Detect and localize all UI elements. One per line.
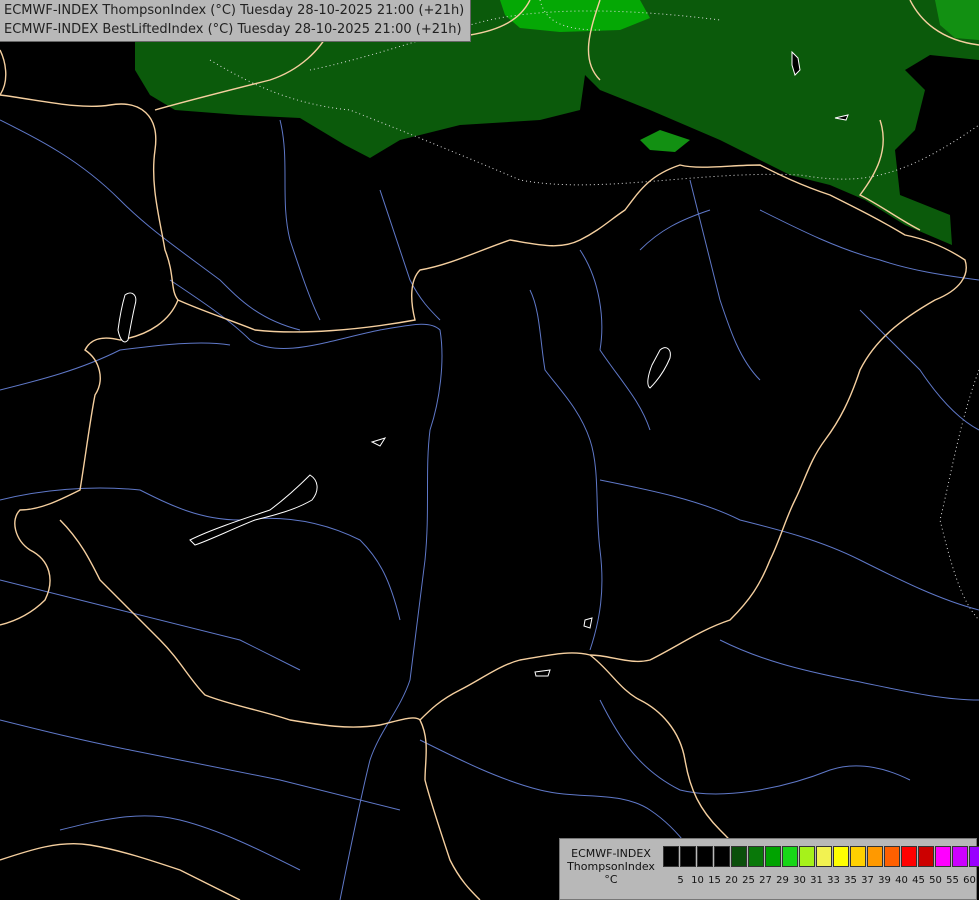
legend-swatch: [714, 846, 730, 867]
title-best-lifted-index: ECMWF-INDEX BestLiftedIndex (°C) Tuesday…: [4, 22, 462, 37]
legend-tick-label: 60: [963, 875, 976, 886]
legend-unit: °C: [604, 873, 618, 886]
legend-swatch: [816, 846, 832, 867]
legend-swatches: [663, 846, 979, 867]
legend-tick-label: 27: [759, 875, 772, 886]
legend-tick-label: 45: [912, 875, 925, 886]
legend-tick-label: 40: [895, 875, 908, 886]
legend-swatch: [918, 846, 934, 867]
legend-swatch: [952, 846, 968, 867]
legend-swatch: [765, 846, 781, 867]
legend-swatch: [663, 846, 679, 867]
legend-tick-label: 20: [725, 875, 738, 886]
legend-swatch: [782, 846, 798, 867]
legend-swatch: [935, 846, 951, 867]
legend-tick-label: 31: [810, 875, 823, 886]
legend-swatch: [850, 846, 866, 867]
legend-swatch: [901, 846, 917, 867]
legend-ticks: 5 10 15 20 25 27 29 30 31 33 35 37 39 40 45 50 55 60: [672, 875, 978, 887]
legend-tick-label: 50: [929, 875, 942, 886]
legend-swatch: [799, 846, 815, 867]
legend-swatch: [884, 846, 900, 867]
color-legend: ECMWF-INDEX ThompsonIndex °C 5 10 15 20 25 27…: [559, 838, 979, 900]
legend-label: ECMWF-INDEX ThompsonIndex °C: [563, 847, 659, 886]
weather-map: [0, 0, 979, 900]
legend-swatch: [969, 846, 979, 867]
legend-swatch: [731, 846, 747, 867]
map-title: ECMWF-INDEX ThompsonIndex (°C) Tuesday 2…: [0, 0, 472, 42]
legend-tick-label: 37: [861, 875, 874, 886]
legend-tick-label: 10: [691, 875, 704, 886]
legend-variable: ThompsonIndex: [567, 860, 655, 873]
legend-swatch: [680, 846, 696, 867]
legend-tick-label: 5: [677, 875, 684, 886]
legend-tick-label: 15: [708, 875, 721, 886]
legend-tick-label: 33: [827, 875, 840, 886]
legend-swatch: [833, 846, 849, 867]
legend-swatch: [748, 846, 764, 867]
legend-tick-label: 25: [742, 875, 755, 886]
legend-tick-label: 29: [776, 875, 789, 886]
legend-tick-label: 55: [946, 875, 959, 886]
legend-tick-label: 35: [844, 875, 857, 886]
legend-swatch: [867, 846, 883, 867]
legend-tick-label: 39: [878, 875, 891, 886]
legend-tick-label: 30: [793, 875, 806, 886]
legend-swatch: [697, 846, 713, 867]
title-thompson-index: ECMWF-INDEX ThompsonIndex (°C) Tuesday 2…: [4, 3, 465, 18]
legend-model: ECMWF-INDEX: [571, 847, 651, 860]
